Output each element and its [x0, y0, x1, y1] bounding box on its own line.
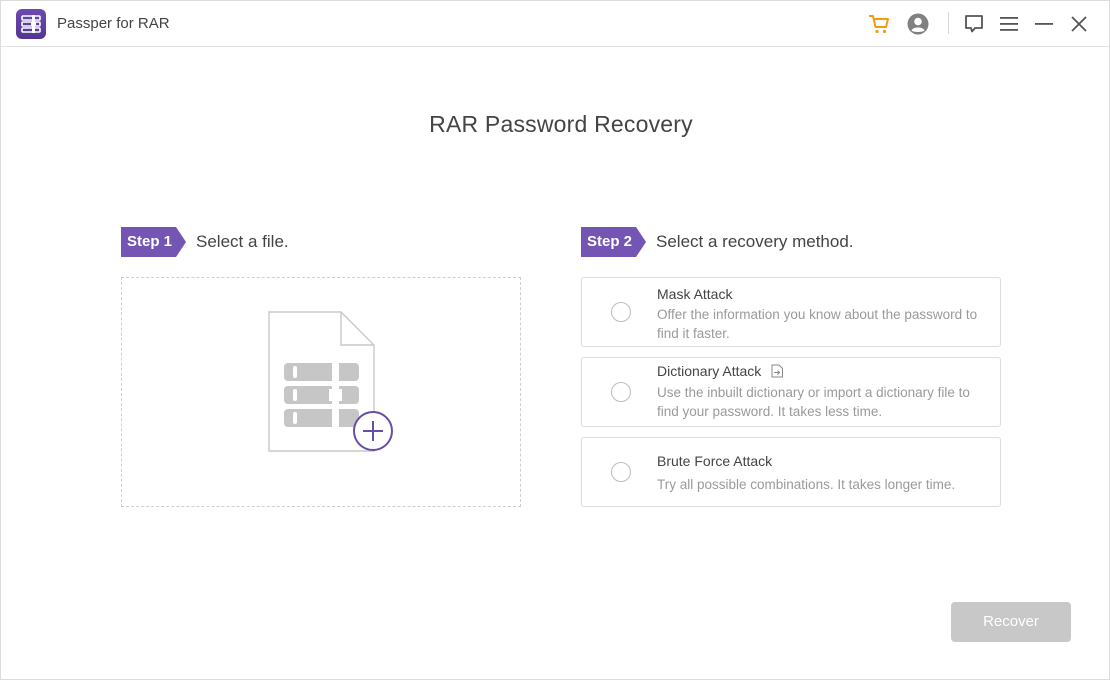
- page-title: RAR Password Recovery: [429, 111, 693, 137]
- dictionary-attack-title-row: Dictionary Attack: [657, 363, 784, 379]
- step-2-badge: Step 2: [581, 227, 646, 257]
- dictionary-attack-description: Use the inbuilt dictionary or import a d…: [657, 385, 970, 419]
- account-icon[interactable]: [905, 11, 931, 37]
- step-2-label: Select a recovery method.: [656, 232, 854, 251]
- feedback-icon[interactable]: [961, 11, 987, 37]
- option-brute-force-attack[interactable]: Brute Force Attack Try all possible comb…: [581, 437, 1001, 507]
- dictionary-attack-radio[interactable]: [611, 382, 631, 402]
- app-title: Passper for RAR: [57, 15, 170, 32]
- menu-icon[interactable]: [996, 11, 1022, 37]
- brute-force-attack-radio[interactable]: [611, 462, 631, 482]
- titlebar-divider: [948, 12, 949, 34]
- mask-attack-radio[interactable]: [611, 302, 631, 322]
- archive-logo-icon: [16, 9, 46, 39]
- step-1-label: Select a file.: [196, 232, 289, 251]
- cart-icon[interactable]: [866, 11, 892, 37]
- option-mask-attack[interactable]: Mask Attack Offer the information you kn…: [581, 277, 1001, 347]
- recover-button[interactable]: Recover: [951, 602, 1071, 642]
- app-window: Passper for RAR RAR Password Recovery St…: [0, 0, 1110, 680]
- brute-force-attack-description: Try all possible combinations. It takes …: [657, 477, 956, 492]
- brute-force-attack-title: Brute Force Attack: [657, 453, 773, 469]
- step-1-badge: Step 1: [121, 227, 186, 257]
- mask-attack-title: Mask Attack: [657, 286, 733, 302]
- title-bar: Passper for RAR: [1, 1, 1109, 47]
- minimize-icon[interactable]: [1031, 11, 1057, 37]
- dictionary-attack-title: Dictionary Attack: [657, 363, 762, 379]
- rar-file-add-icon: [268, 311, 398, 461]
- import-file-icon[interactable]: [771, 364, 784, 378]
- close-icon[interactable]: [1066, 11, 1092, 37]
- option-dictionary-attack[interactable]: Dictionary Attack Use the inbuilt dictio…: [581, 357, 1001, 427]
- file-dropzone[interactable]: [121, 277, 521, 507]
- step-1-header: Step 1 Select a file.: [121, 227, 289, 257]
- step-2-header: Step 2 Select a recovery method.: [581, 227, 854, 257]
- mask-attack-description: Offer the information you know about the…: [657, 307, 978, 341]
